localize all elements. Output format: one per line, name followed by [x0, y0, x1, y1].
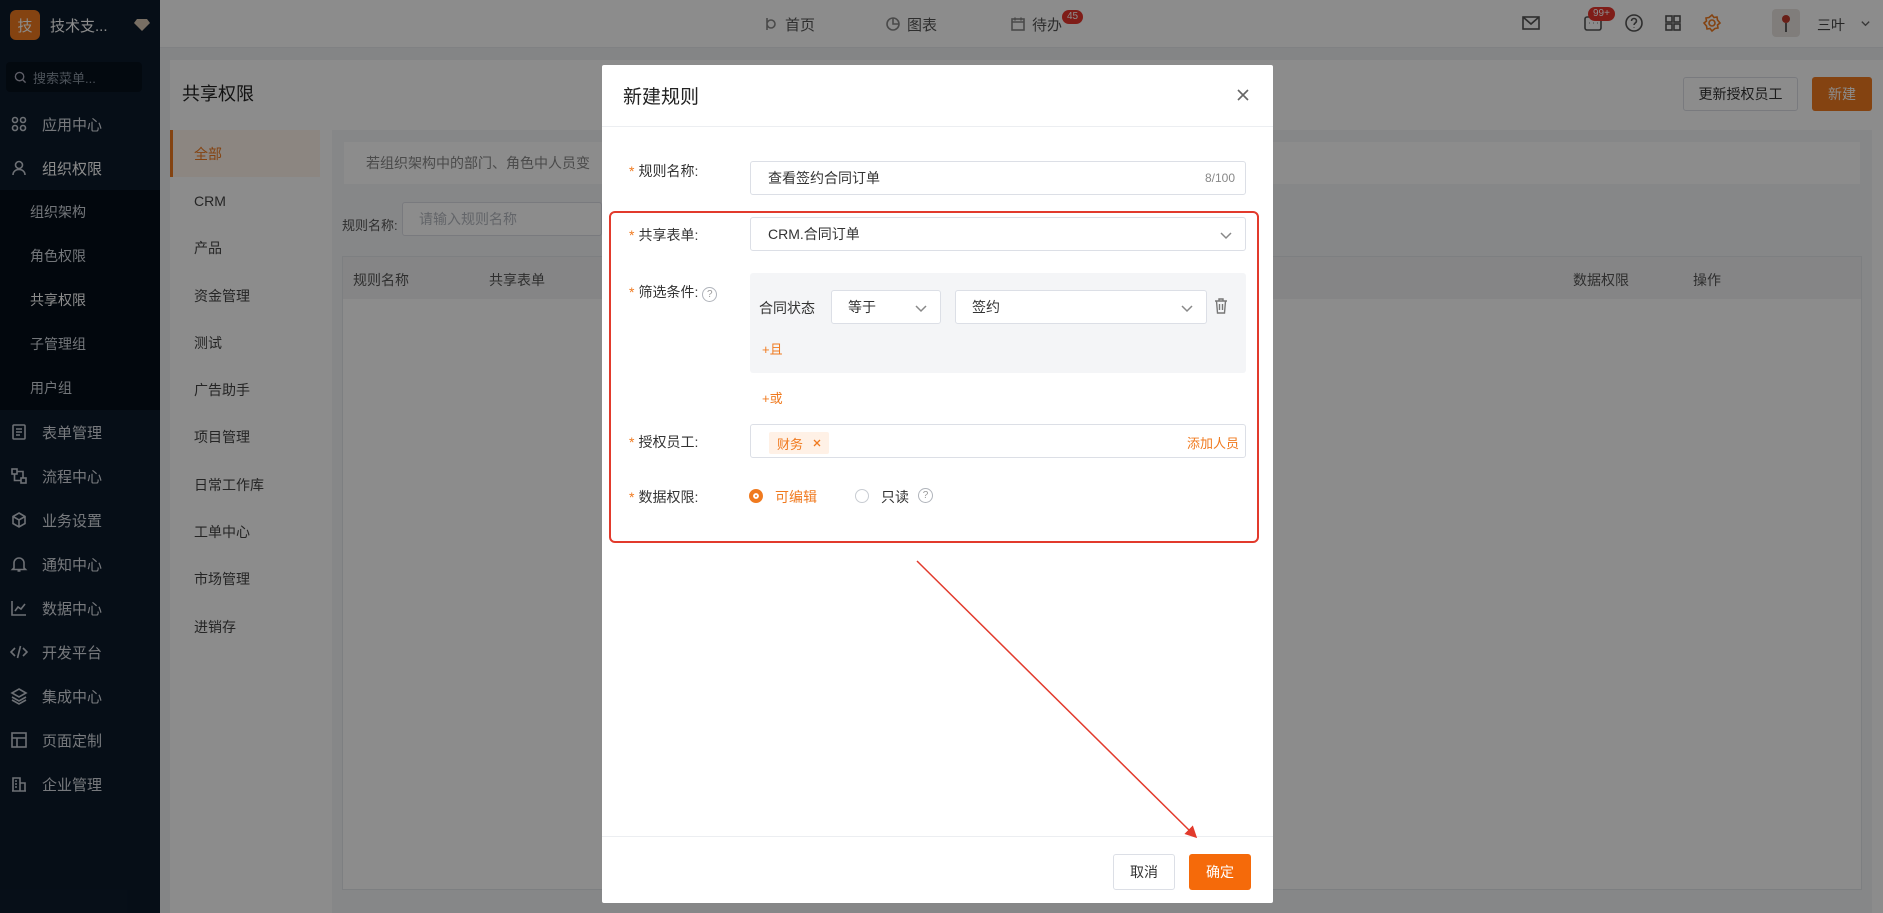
close-icon[interactable]	[1233, 85, 1253, 105]
dialog-header: 新建规则	[602, 65, 1273, 127]
cancel-button[interactable]: 取消	[1113, 854, 1175, 890]
highlight-box	[609, 211, 1259, 543]
char-counter: 8/100	[1204, 171, 1235, 185]
dialog-footer: 取消 确定	[602, 836, 1273, 903]
dialog-title: 新建规则	[623, 87, 700, 108]
rule-name-label: * 规则名称:	[629, 163, 699, 179]
rule-name-value: 查看签约合同订单	[768, 170, 880, 186]
confirm-button[interactable]: 确定	[1189, 854, 1251, 890]
rule-name-input[interactable]: 查看签约合同订单 8/100	[750, 161, 1246, 195]
